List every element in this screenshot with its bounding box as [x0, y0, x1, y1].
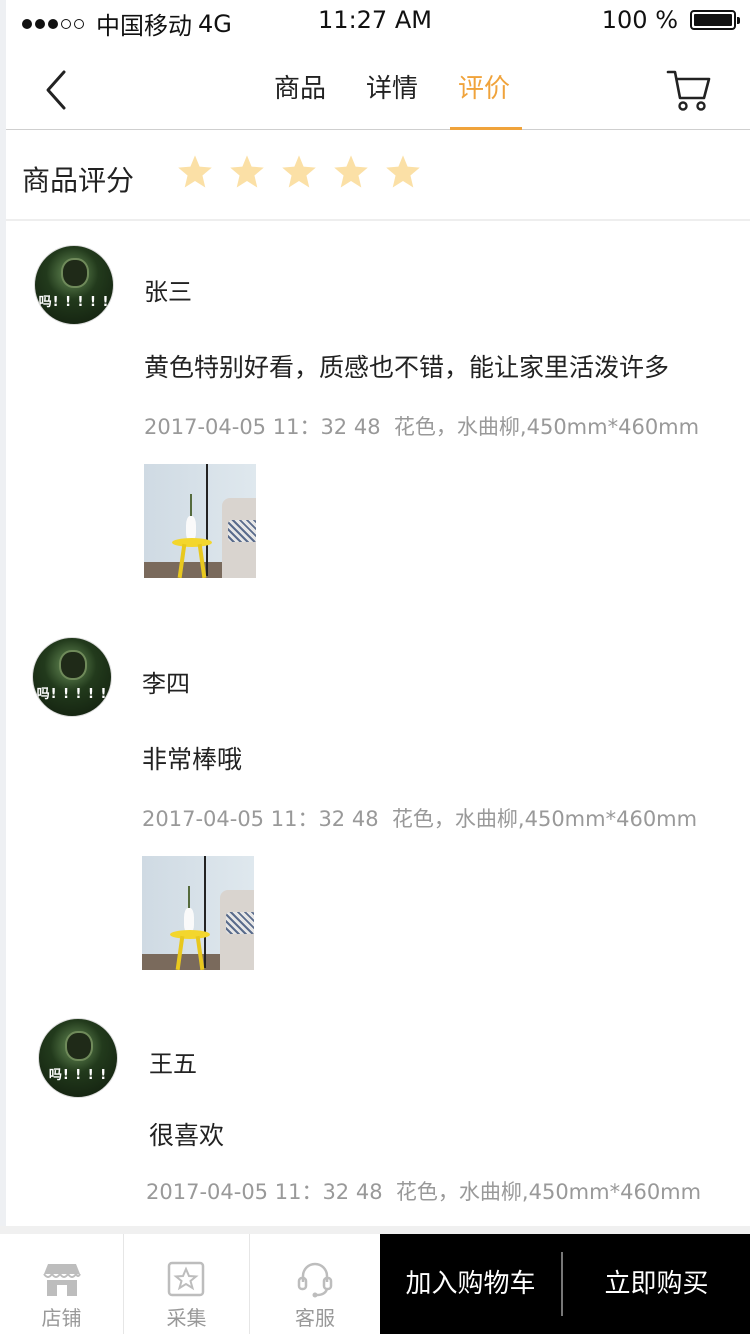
battery-icon [690, 10, 740, 30]
review-photo[interactable] [144, 464, 256, 578]
review-spec: 花色，水曲柳,450mm*460mm [393, 415, 700, 439]
star-box-icon [167, 1261, 205, 1297]
review-text: 黄色特别好看，质感也不错，能让家里活泼许多 [144, 353, 670, 382]
shop-label: 店铺 [41, 1306, 82, 1330]
status-bar: 中国移动 4G 11:27 AM 100 % [0, 0, 750, 40]
nav-bar: 商品 详情 评价 [6, 48, 750, 130]
review-photo[interactable] [142, 856, 254, 970]
avatar: 吗! ! ! ! ! [32, 637, 112, 717]
review-spec: 花色，水曲柳,450mm*460mm [395, 1180, 702, 1204]
tab-product[interactable]: 商品 [254, 48, 346, 130]
reviewer-name: 张三 [144, 278, 192, 306]
battery-percent: 100 % [601, 6, 678, 34]
review-text: 很喜欢 [149, 1121, 225, 1150]
shop-button[interactable]: 店铺 [0, 1234, 124, 1334]
star-icon [282, 155, 316, 188]
store-icon [43, 1264, 81, 1296]
review-meta: 2017-04-05 11：32 48 花色，水曲柳,450mm*460mm [144, 411, 699, 441]
avatar: 吗! ! ! ! [38, 1018, 118, 1098]
review-time: 2017-04-05 11：32 48 [144, 415, 381, 439]
shopping-cart-icon [666, 70, 711, 111]
tab-reviews[interactable]: 评价 [438, 48, 530, 130]
review-meta: 2017-04-05 11：32 48 花色，水曲柳,450mm*460mm [142, 803, 697, 833]
rating-label: 商品评分 [22, 164, 135, 197]
review-time: 2017-04-05 11：32 48 [146, 1180, 383, 1204]
avatar: 吗! ! ! ! ! [34, 245, 114, 325]
collect-label: 采集 [166, 1306, 207, 1330]
tab-bar: 商品 详情 评价 [254, 48, 530, 130]
chevron-left-icon [46, 70, 66, 110]
review-meta: 2017-04-05 11：32 48 花色，水曲柳,450mm*460mm [146, 1176, 701, 1206]
avatar-caption: 吗! ! ! ! ! [36, 687, 108, 702]
review-text: 非常棒哦 [142, 745, 243, 774]
service-label: 客服 [295, 1306, 335, 1330]
headset-icon [297, 1262, 333, 1298]
star-icon [334, 155, 368, 188]
reviewer-name: 李四 [142, 670, 190, 698]
back-button[interactable] [42, 68, 82, 112]
battery-info: 100 % [601, 6, 740, 34]
star-icon [178, 155, 212, 188]
buy-now-button[interactable]: 立即购买 [563, 1234, 750, 1334]
review-time: 2017-04-05 11：32 48 [142, 807, 379, 831]
avatar-caption: 吗! ! ! ! [48, 1068, 108, 1083]
bottom-action-bar: 店铺 采集 客服 加入购物车 立即购买 [0, 1226, 750, 1334]
star-icon [386, 155, 420, 188]
purchase-actions: 加入购物车 立即购买 [380, 1234, 750, 1334]
reviewer-name: 王五 [149, 1050, 197, 1078]
star-icon [230, 155, 264, 188]
cart-button[interactable] [666, 68, 712, 112]
collect-button[interactable]: 采集 [124, 1234, 250, 1334]
tab-details[interactable]: 详情 [346, 48, 438, 130]
customer-service-button[interactable]: 客服 [250, 1234, 380, 1334]
product-rating-row: 商品评分 [6, 131, 750, 221]
avatar-caption: 吗! ! ! ! ! [38, 295, 110, 310]
review-spec: 花色，水曲柳,450mm*460mm [391, 807, 698, 831]
add-to-cart-button[interactable]: 加入购物车 [380, 1234, 561, 1334]
rating-stars [176, 153, 422, 191]
